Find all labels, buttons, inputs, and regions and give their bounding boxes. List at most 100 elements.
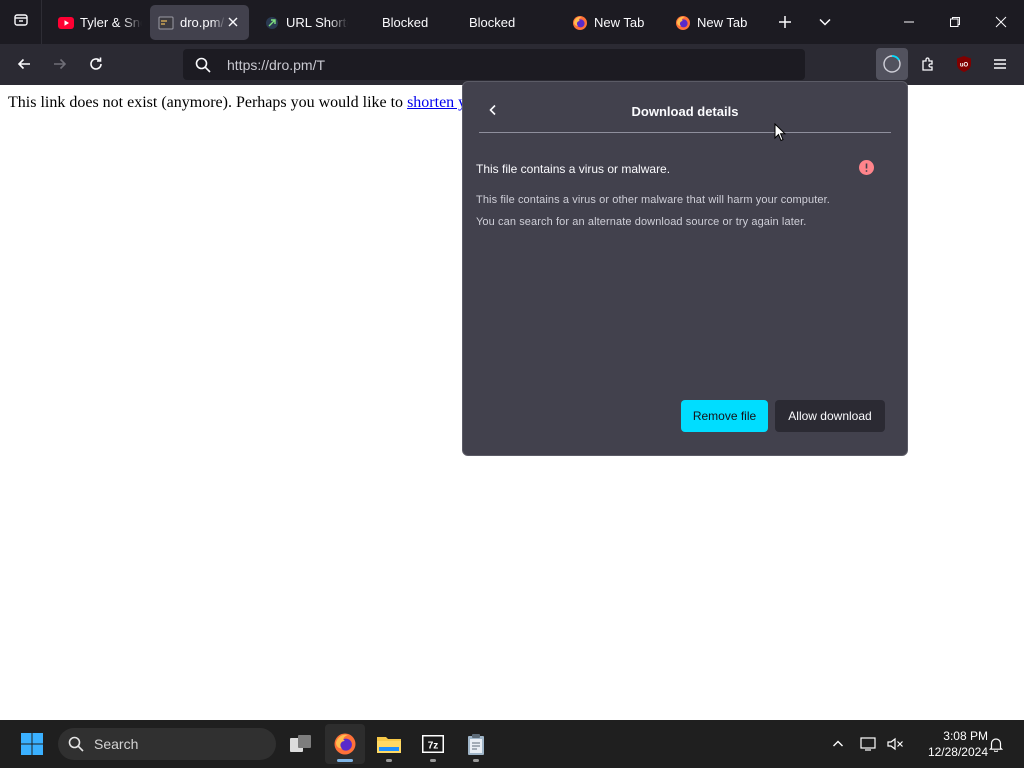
- task-view-button[interactable]: [281, 724, 321, 764]
- navigation-toolbar: uO: [0, 44, 1024, 85]
- remove-file-button[interactable]: Remove file: [681, 400, 768, 432]
- notifications-button[interactable]: [983, 728, 1009, 760]
- network-icon: [860, 737, 876, 751]
- plus-icon: [779, 16, 791, 28]
- extensions-button[interactable]: [912, 48, 944, 80]
- search-icon: [183, 49, 223, 80]
- tab-url-shortener[interactable]: URL Shorte: [256, 5, 348, 40]
- page-message: This link does not exist (anymore). Perh…: [8, 94, 466, 112]
- tab-title: New Tab: [594, 15, 645, 30]
- downloads-button[interactable]: [876, 48, 908, 80]
- warning-title: This file contains a virus or malware.: [476, 162, 671, 176]
- close-icon: [995, 16, 1007, 28]
- tab-title: dro.pm/: [180, 15, 225, 30]
- tab-youtube[interactable]: Tyler & Sno: [50, 5, 142, 40]
- tab-blocked-1[interactable]: Blocked: [356, 5, 448, 40]
- shorten-link[interactable]: shorten y: [407, 94, 466, 111]
- running-indicator: [337, 759, 353, 762]
- address-bar[interactable]: [183, 49, 805, 80]
- svg-text:7z: 7z: [428, 741, 439, 752]
- taskbar-search-label: Search: [94, 736, 139, 752]
- tab-new-tab-2[interactable]: New Tab: [667, 5, 759, 40]
- running-indicator: [430, 759, 436, 762]
- close-window-button[interactable]: [978, 0, 1024, 44]
- clock-time: 3:08 PM: [943, 729, 988, 743]
- taskbar-clipboard-app[interactable]: [456, 724, 496, 764]
- volume-muted-icon: [887, 737, 903, 751]
- start-button[interactable]: [12, 724, 52, 764]
- firefox-icon: [675, 15, 691, 31]
- tab-new-tab-1[interactable]: New Tab: [564, 5, 656, 40]
- tab-manager-button[interactable]: [0, 0, 42, 44]
- hamburger-menu-icon: [994, 59, 1006, 69]
- close-icon: [228, 17, 238, 27]
- tab-title: Tyler & Sno: [80, 15, 142, 30]
- taskbar-search-box[interactable]: Search: [58, 728, 276, 760]
- forward-button[interactable]: [44, 48, 76, 80]
- youtube-icon: [58, 15, 74, 31]
- clock-date: 12/28/2024: [927, 745, 988, 759]
- warning-description-line2: You can search for an alternate download…: [476, 216, 807, 228]
- url-input[interactable]: [223, 49, 805, 80]
- puzzle-icon: [922, 57, 933, 71]
- show-hidden-icons-button[interactable]: [825, 728, 851, 760]
- site-favicon-icon: [158, 15, 174, 31]
- panel-header: Download details: [463, 82, 907, 134]
- reload-button[interactable]: [80, 48, 112, 80]
- tab-blocked-2[interactable]: Blocked: [455, 5, 547, 40]
- warning-icon: [859, 160, 874, 175]
- warning-description-line1: This file contains a virus or other malw…: [476, 194, 830, 206]
- tab-manager-icon: [13, 12, 29, 33]
- tab-title: Blocked: [382, 15, 429, 30]
- tab-title: URL Shorte: [286, 15, 348, 30]
- arrow-left-icon: [17, 58, 30, 70]
- tab-close-button[interactable]: [225, 14, 241, 30]
- new-tab-button[interactable]: [769, 6, 801, 38]
- firefox-icon: [572, 15, 588, 31]
- chevron-down-icon: [819, 18, 831, 26]
- app-menu-button[interactable]: [984, 48, 1016, 80]
- download-progress-icon: [883, 55, 901, 73]
- tab-title: Blocked: [469, 15, 516, 30]
- restore-button[interactable]: [932, 0, 978, 44]
- svg-text:uO: uO: [960, 63, 969, 69]
- clipboard-icon: [468, 734, 484, 755]
- folder-icon: [377, 737, 401, 753]
- task-view-icon: [290, 735, 311, 752]
- url-shortener-favicon-icon: [264, 15, 280, 31]
- running-indicator: [473, 759, 479, 762]
- taskbar-firefox[interactable]: [325, 724, 365, 764]
- panel-divider: [479, 132, 891, 133]
- minimize-button[interactable]: [886, 0, 932, 44]
- panel-title: Download details: [631, 104, 739, 119]
- minimize-icon: [904, 21, 914, 23]
- bell-icon: [988, 738, 1004, 752]
- download-details-panel: Download details This file contains a vi…: [462, 81, 908, 456]
- taskbar-7zip[interactable]: 7z: [413, 724, 453, 764]
- 7zip-icon: 7z: [422, 735, 444, 753]
- chevron-up-icon: [833, 740, 843, 747]
- restore-icon: [950, 17, 960, 27]
- running-indicator: [386, 759, 392, 762]
- tab-title: New Tab: [697, 15, 748, 30]
- allow-download-button[interactable]: Allow download: [775, 400, 885, 432]
- network-button[interactable]: [856, 728, 882, 760]
- search-icon: [58, 736, 94, 752]
- tab-strip: Tyler & Sno dro.pm/ URL Shorte Blocked B…: [0, 0, 1024, 44]
- ublock-origin-icon: uO: [957, 56, 971, 72]
- volume-button[interactable]: [882, 728, 908, 760]
- firefox-icon: [334, 733, 356, 755]
- windows-logo-icon: [21, 733, 43, 755]
- mouse-cursor-icon: [774, 123, 786, 142]
- taskbar-clock[interactable]: 3:08 PM 12/28/2024: [912, 728, 988, 760]
- ublock-origin-button[interactable]: uO: [948, 48, 980, 80]
- arrow-right-icon: [54, 58, 67, 70]
- windows-taskbar: Search 7z 3:08 PM 12/28/2024: [0, 720, 1024, 768]
- list-all-tabs-button[interactable]: [809, 6, 841, 38]
- back-button[interactable]: [8, 48, 40, 80]
- page-message-text: This link does not exist (anymore). Perh…: [8, 94, 408, 111]
- taskbar-file-explorer[interactable]: [369, 724, 409, 764]
- blank-favicon-icon: [364, 15, 376, 31]
- reload-icon: [90, 57, 102, 70]
- tab-dro-pm[interactable]: dro.pm/: [150, 5, 249, 40]
